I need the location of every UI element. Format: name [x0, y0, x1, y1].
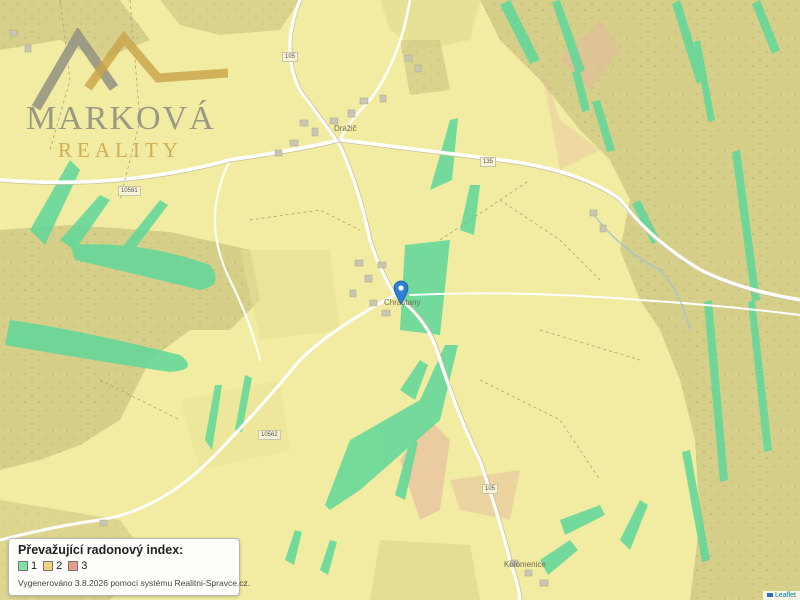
legend-item-label: 1	[31, 560, 38, 572]
place-label: Kolomenice	[504, 560, 546, 569]
leaflet-flag-icon	[766, 593, 773, 598]
legend-item: 3	[68, 560, 87, 572]
attribution-label: Leaflet	[774, 592, 796, 599]
legend-item: 2	[43, 560, 62, 572]
logo-name: MARKOVÁ	[26, 100, 216, 137]
building	[414, 64, 422, 73]
legend-swatch	[18, 561, 28, 571]
location-pin-icon[interactable]	[393, 280, 409, 304]
building	[589, 209, 598, 217]
building	[524, 569, 533, 577]
building	[364, 274, 373, 283]
logo-subtitle: REALITY	[58, 138, 183, 162]
road-number: 105	[282, 52, 299, 62]
building	[379, 94, 387, 103]
road-number: 135	[480, 157, 497, 167]
legend-item: 1	[18, 560, 37, 572]
road-number: 105	[482, 484, 499, 494]
legend-title: Převažující radonový index:	[18, 543, 184, 557]
building	[347, 109, 356, 118]
legend-swatch	[43, 561, 54, 571]
legend-items: 1 2 3	[18, 560, 93, 572]
legend-item-label: 3	[81, 560, 88, 572]
building	[377, 261, 387, 269]
building	[299, 119, 309, 127]
legend-item-label: 2	[56, 560, 63, 572]
building	[354, 259, 364, 267]
building	[404, 54, 413, 62]
place-label: Dražič	[334, 124, 357, 133]
building	[359, 97, 369, 105]
building	[369, 299, 378, 307]
building	[311, 127, 319, 137]
road-number: 10562	[258, 430, 281, 440]
road-number: 10561	[118, 186, 141, 196]
building	[381, 309, 391, 317]
building	[349, 289, 357, 298]
building	[274, 149, 283, 157]
forest-area	[370, 540, 480, 600]
building	[99, 519, 108, 527]
legend-note: Vygenerováno 3.8.2026 pomocí systému Rea…	[18, 578, 251, 588]
building	[9, 29, 18, 37]
radon-legend: Převažující radonový index: 1 2 3 Vygene…	[8, 538, 250, 596]
building	[289, 139, 299, 147]
building	[599, 224, 607, 233]
legend-swatch	[68, 561, 79, 571]
building	[539, 579, 549, 587]
leaflet-attribution-link[interactable]: Leaflet	[762, 591, 800, 600]
